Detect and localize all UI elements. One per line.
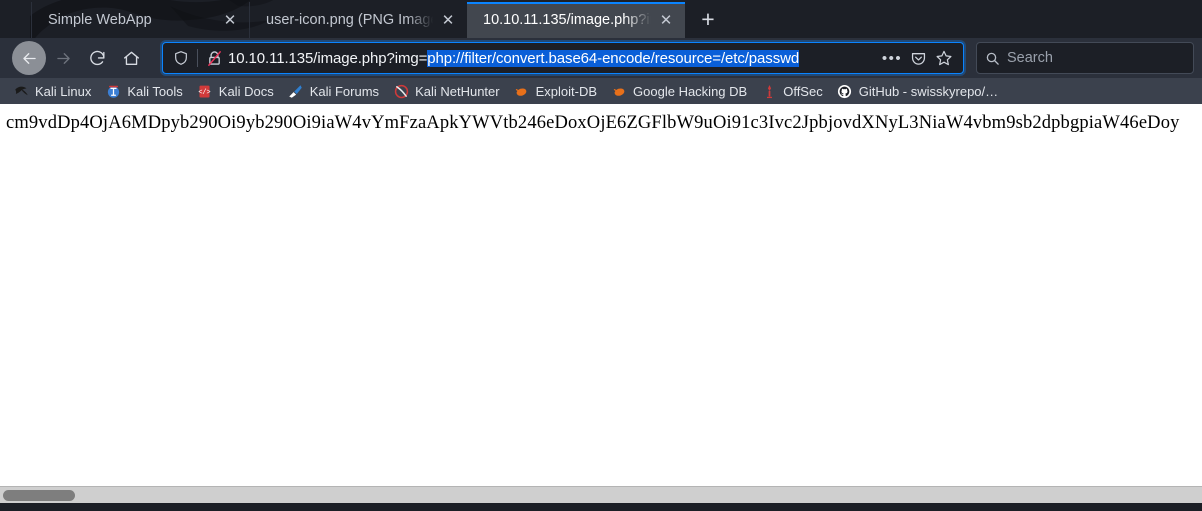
offsec-icon bbox=[761, 83, 777, 99]
tab-close-icon[interactable]: ✕ bbox=[219, 9, 241, 31]
bookmark-kali-linux[interactable]: Kali Linux bbox=[6, 80, 98, 102]
search-placeholder: Search bbox=[1007, 50, 1053, 66]
kali-nethunter-icon bbox=[393, 83, 409, 99]
bookmark-exploit-db[interactable]: Exploit-DB bbox=[507, 80, 604, 102]
address-bar-text: 10.10.11.135/image.php?img=php://filter/… bbox=[228, 49, 879, 67]
github-icon bbox=[837, 83, 853, 99]
bookmark-kali-docs[interactable]: </> Kali Docs bbox=[190, 80, 281, 102]
bookmark-google-hacking-db[interactable]: Google Hacking DB bbox=[604, 80, 754, 102]
bookmark-label: Kali Docs bbox=[218, 83, 274, 99]
google-hacking-db-icon bbox=[611, 83, 627, 99]
tab-title: user-icon.png (PNG Image, 7 bbox=[266, 12, 435, 28]
browser-window: Simple WebApp ✕ user-icon.png (PNG Image… bbox=[0, 0, 1202, 511]
tab-title: Simple WebApp bbox=[48, 12, 152, 28]
tab-title: 10.10.11.135/image.php?img bbox=[483, 12, 653, 28]
bookmark-label: Google Hacking DB bbox=[633, 83, 748, 99]
arrow-right-icon bbox=[56, 52, 70, 64]
pocket-icon[interactable] bbox=[905, 45, 931, 71]
svg-text:</>: </> bbox=[199, 89, 211, 97]
arrow-left-icon bbox=[22, 52, 36, 64]
navigation-toolbar: 10.10.11.135/image.php?img=php://filter/… bbox=[0, 38, 1202, 78]
search-bar[interactable]: Search bbox=[976, 42, 1194, 74]
bookmark-label: Kali Forums bbox=[309, 83, 380, 99]
kali-dragon-icon bbox=[13, 83, 29, 99]
tab-bar: Simple WebApp ✕ user-icon.png (PNG Image… bbox=[0, 0, 1202, 38]
home-button[interactable] bbox=[114, 41, 148, 75]
tab-close-icon[interactable]: ✕ bbox=[655, 9, 677, 31]
bookmark-label: Kali Linux bbox=[35, 83, 92, 99]
bookmark-label: Exploit-DB bbox=[535, 83, 598, 99]
base64-passwd-output: cm9vdDp4OjA6MDpyb290Oi9yb290Oi9iaW4vYmFz… bbox=[6, 113, 1180, 133]
forward-button[interactable] bbox=[46, 41, 80, 75]
page-content: cm9vdDp4OjA6MDpyb290Oi9yb290Oi9iaW4vYmFz… bbox=[0, 104, 1202, 486]
reload-icon bbox=[89, 50, 105, 65]
bookmark-label: Kali Tools bbox=[127, 83, 183, 99]
bookmark-label: Kali NetHunter bbox=[415, 83, 500, 99]
tab-user-icon-png[interactable]: user-icon.png (PNG Image, 7 ✕ bbox=[249, 2, 467, 38]
lock-crossed-out-icon[interactable] bbox=[204, 48, 224, 68]
reload-button[interactable] bbox=[80, 41, 114, 75]
kali-tools-icon bbox=[105, 83, 121, 99]
horizontal-scrollbar-thumb[interactable] bbox=[3, 489, 75, 501]
back-button[interactable] bbox=[12, 41, 46, 75]
bookmark-kali-forums[interactable]: Kali Forums bbox=[281, 80, 386, 102]
search-icon bbox=[985, 51, 1000, 66]
address-bar-prefix: 10.10.11.135/image.php?img= bbox=[228, 49, 428, 67]
page-actions-menu-icon[interactable]: ••• bbox=[879, 45, 905, 71]
address-bar-separator bbox=[197, 49, 198, 67]
star-icon[interactable] bbox=[931, 45, 957, 71]
bookmark-kali-nethunter[interactable]: Kali NetHunter bbox=[386, 80, 507, 102]
kali-forums-icon bbox=[288, 83, 304, 99]
tab-close-icon[interactable]: ✕ bbox=[437, 9, 459, 31]
tab-image-php[interactable]: 10.10.11.135/image.php?img ✕ bbox=[467, 2, 685, 38]
kali-docs-icon: </> bbox=[197, 83, 213, 99]
horizontal-scrollbar[interactable] bbox=[0, 486, 1202, 503]
address-bar[interactable]: 10.10.11.135/image.php?img=php://filter/… bbox=[162, 42, 964, 74]
bookmark-label: GitHub - swisskyrepo/… bbox=[858, 83, 999, 99]
tab-strip: Simple WebApp ✕ user-icon.png (PNG Image… bbox=[0, 0, 725, 38]
bookmark-offsec[interactable]: OffSec bbox=[754, 80, 830, 102]
window-bottom-edge bbox=[0, 503, 1202, 511]
address-bar-selected-text: php://filter/convert.base64-encode/resou… bbox=[427, 49, 800, 67]
bookmark-kali-tools[interactable]: Kali Tools bbox=[98, 80, 189, 102]
shield-icon[interactable] bbox=[171, 48, 191, 68]
bookmarks-bar: Kali Linux Kali Tools </> Kali Docs Kali… bbox=[0, 78, 1202, 104]
new-tab-button[interactable]: + bbox=[691, 2, 725, 36]
bookmark-label: OffSec bbox=[783, 83, 823, 99]
home-icon bbox=[123, 51, 139, 65]
bookmark-github-swisskyrepo[interactable]: GitHub - swisskyrepo/… bbox=[830, 80, 1005, 102]
exploitdb-icon bbox=[514, 83, 530, 99]
tab-simple-webapp[interactable]: Simple WebApp ✕ bbox=[31, 2, 249, 38]
